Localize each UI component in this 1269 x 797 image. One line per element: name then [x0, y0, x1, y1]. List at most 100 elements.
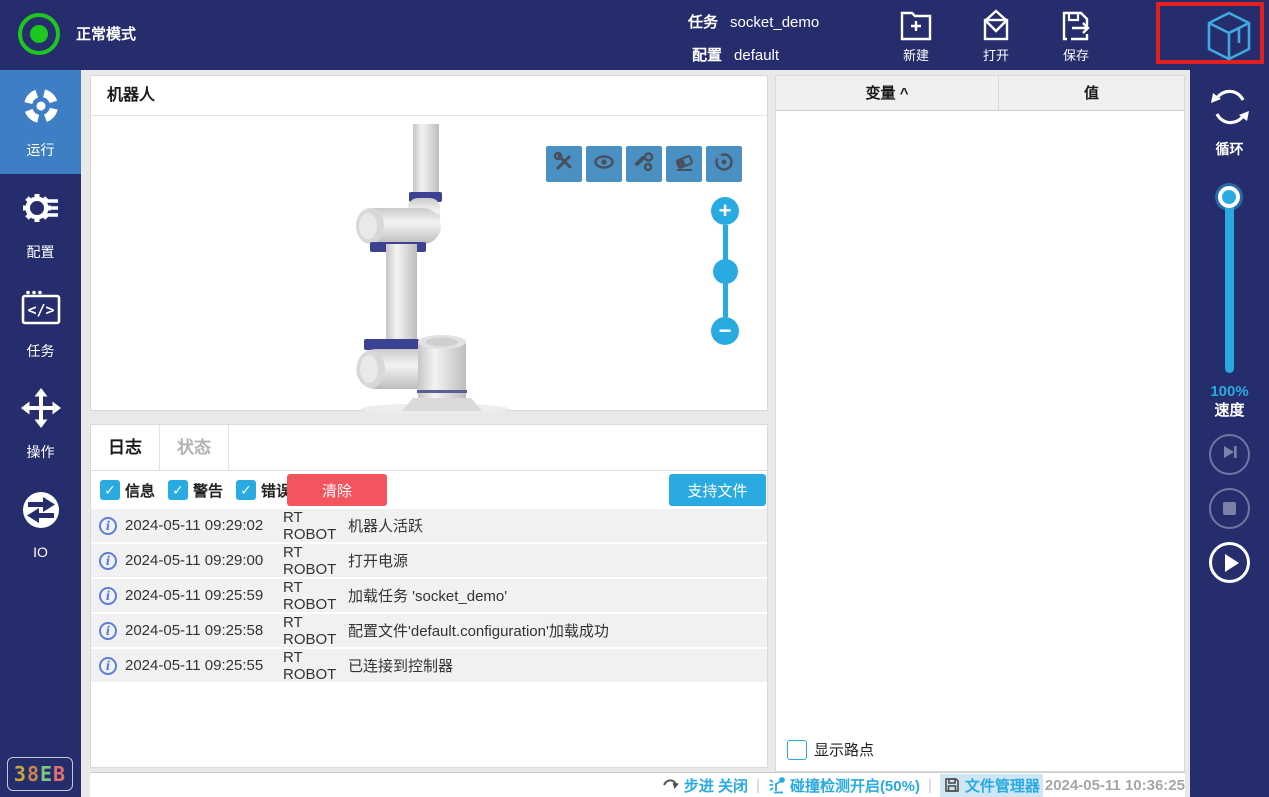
io-exchange-icon: [20, 489, 62, 536]
sidebar-item-io[interactable]: IO: [0, 474, 81, 574]
stop-icon: [1223, 502, 1236, 515]
log-entry[interactable]: i 2024-05-11 09:25:58 RT ROBOT 配置文件'defa…: [91, 614, 767, 649]
loop-toggle[interactable]: 循环: [1190, 84, 1269, 159]
filter-error[interactable]: ✓ 错误: [236, 480, 291, 501]
status-divider: |: [756, 776, 760, 794]
sidebar-item-label: 任务: [26, 342, 55, 359]
tab-status[interactable]: 状态: [160, 425, 229, 470]
log-time: 2024-05-11 09:25:55: [125, 657, 264, 674]
checkbox-checked-icon[interactable]: ✓: [236, 480, 257, 500]
tab-log[interactable]: 日志: [91, 425, 160, 470]
play-button[interactable]: [1209, 542, 1250, 583]
log-entry[interactable]: i 2024-05-11 09:25:59 RT ROBOT 加载任务 'soc…: [91, 579, 767, 614]
move-arrows-icon: [20, 387, 62, 434]
log-entry[interactable]: i 2024-05-11 09:25:55 RT ROBOT 已连接到控制器: [91, 649, 767, 684]
log-tab-row: 日志 状态: [91, 425, 767, 471]
view-zoom-thumb[interactable]: [713, 259, 738, 284]
log-message: 配置文件'default.configuration'加载成功: [348, 623, 609, 640]
config-value: default: [734, 47, 780, 64]
visibility-button[interactable]: [586, 146, 622, 182]
zoom-in-button[interactable]: +: [711, 197, 739, 225]
view-toolbar: [546, 146, 742, 182]
eraser-button[interactable]: [666, 146, 702, 182]
log-entries-list: i 2024-05-11 09:29:02 RT ROBOT 机器人活跃 i 2…: [91, 509, 767, 684]
info-icon: i: [99, 621, 117, 640]
reset-view-button[interactable]: [706, 146, 742, 182]
application-window: 正常模式 任务 socket_demo 配置 default 新建 打开 保存: [0, 0, 1269, 797]
filter-info[interactable]: ✓ 信息: [100, 480, 155, 501]
log-message: 已连接到控制器: [348, 658, 454, 675]
open-task-button[interactable]: 打开: [964, 8, 1028, 64]
show-waypoints-label: 显示路点: [814, 742, 875, 759]
task-value: socket_demo: [730, 14, 820, 31]
left-nav-sidebar: 运行 配置 </> 任务 操作 IO 3 8 E B: [0, 70, 81, 797]
log-entry[interactable]: i 2024-05-11 09:29:02 RT ROBOT 机器人活跃: [91, 509, 767, 544]
step-arrow-icon: [662, 779, 679, 789]
filter-warning[interactable]: ✓ 警告: [168, 480, 223, 501]
checksum-badge: 3 8 E B: [7, 757, 73, 791]
status-bar: 步进 关闭 | 碰撞检测开启(50%) | 文件管理器 2024-05-11 1…: [90, 772, 1185, 797]
robot-view-panel: 机器人 + −: [90, 75, 768, 415]
checkbox-checked-icon[interactable]: ✓: [100, 480, 120, 500]
status-divider: |: [927, 776, 932, 794]
support-files-button[interactable]: 支持文件: [669, 474, 766, 506]
new-file-icon: [884, 8, 948, 42]
log-time: 2024-05-11 09:25:58: [125, 622, 264, 639]
stop-button[interactable]: [1209, 488, 1250, 529]
loop-icon: [1207, 89, 1253, 134]
sidebar-item-config[interactable]: 配置: [0, 174, 81, 274]
task-row: 任务 socket_demo: [688, 11, 819, 32]
highlight-red-box: [1156, 2, 1264, 64]
config-row: 配置 default: [692, 44, 779, 65]
zoom-out-button[interactable]: −: [711, 317, 739, 345]
top-bar: 正常模式 任务 socket_demo 配置 default 新建 打开 保存: [0, 0, 1269, 70]
tools-button[interactable]: [546, 146, 582, 182]
robot-3d-view[interactable]: [353, 124, 509, 419]
settings-gear-icon: [20, 187, 62, 234]
new-task-button[interactable]: 新建: [884, 8, 948, 64]
eye-icon: [593, 151, 615, 178]
run-icon: [20, 85, 62, 132]
step-mode-status[interactable]: 步进 关闭: [662, 775, 748, 796]
show-waypoints-toggle[interactable]: 显示路点: [787, 739, 874, 760]
log-entry[interactable]: i 2024-05-11 09:29:00 RT ROBOT 打开电源: [91, 544, 767, 579]
run-control-sidebar: 循环 100% 速度: [1190, 70, 1269, 797]
clear-log-button[interactable]: 清除: [287, 474, 387, 506]
open-icon: [964, 8, 1028, 42]
sidebar-item-label: 配置: [26, 243, 55, 260]
svg-text:</>: </>: [27, 301, 54, 319]
speed-percent: 100%: [1210, 383, 1249, 400]
checkbox-unchecked-icon[interactable]: [787, 739, 807, 760]
path-button[interactable]: [626, 146, 662, 182]
mode-label: 正常模式: [76, 26, 137, 43]
filter-warning-label: 警告: [193, 482, 224, 500]
info-icon: i: [99, 551, 117, 570]
sidebar-item-label: 运行: [26, 141, 55, 158]
waypoint-path-icon: [633, 151, 655, 178]
step-forward-button[interactable]: [1209, 434, 1250, 475]
column-variable[interactable]: 变量 ^: [776, 76, 999, 110]
variables-panel: 变量 ^ 值 显示路点: [775, 75, 1185, 772]
info-icon: i: [99, 656, 117, 675]
file-manager-button[interactable]: 文件管理器: [939, 773, 1043, 797]
checkbox-checked-icon[interactable]: ✓: [168, 480, 189, 500]
log-filter-row: ✓ 信息 ✓ 警告 ✓ 错误: [91, 471, 767, 509]
save-task-button[interactable]: 保存: [1044, 8, 1108, 64]
speed-slider-track[interactable]: [1225, 190, 1234, 373]
reset-view-icon: [713, 151, 735, 178]
sidebar-item-run[interactable]: 运行: [0, 70, 81, 174]
play-icon: [1224, 553, 1239, 572]
speed-slider-thumb[interactable]: [1218, 186, 1240, 208]
log-message: 机器人活跃: [348, 518, 424, 535]
robot-status-indicator: [18, 13, 60, 55]
sidebar-item-operate[interactable]: 操作: [0, 374, 81, 474]
speed-label: 速度: [1214, 402, 1245, 419]
step-mode-label: 步进 关闭: [683, 777, 749, 795]
plus-icon: +: [718, 198, 732, 223]
log-source: RT ROBOT: [283, 543, 337, 578]
sidebar-item-label: IO: [33, 543, 48, 560]
log-time: 2024-05-11 09:25:59: [125, 587, 264, 604]
sidebar-item-task[interactable]: </> 任务: [0, 274, 81, 374]
collision-status[interactable]: 碰撞检测开启(50%): [768, 775, 920, 796]
open-task-label: 打开: [982, 48, 1009, 63]
